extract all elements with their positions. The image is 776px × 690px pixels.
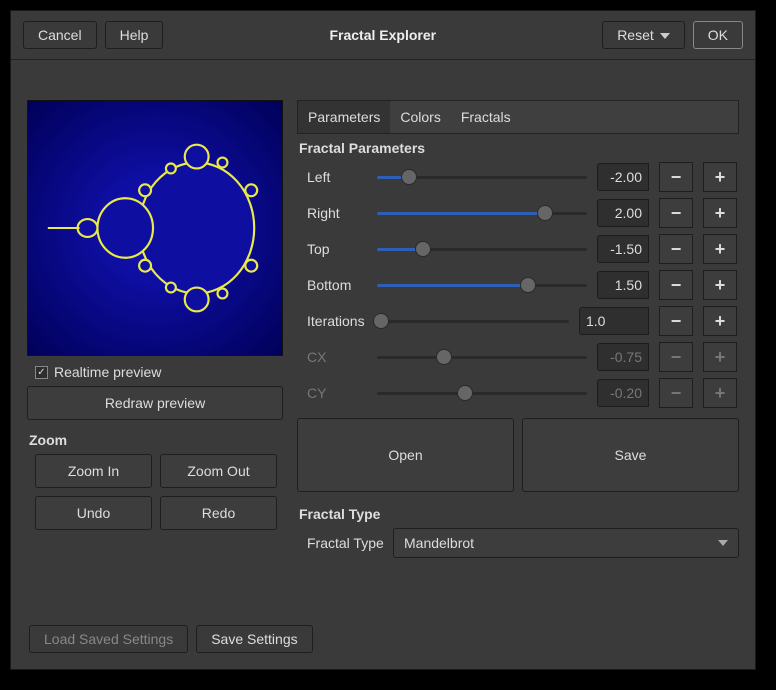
param-slider[interactable] (377, 203, 587, 223)
param-value[interactable]: 1.50 (597, 271, 649, 299)
reset-button[interactable]: Reset (602, 21, 685, 49)
increment-button[interactable]: + (703, 198, 737, 228)
increment-button[interactable]: + (703, 270, 737, 300)
fractal-type-dropdown[interactable]: Mandelbrot (393, 528, 739, 558)
increment-button[interactable]: + (703, 162, 737, 192)
dialog-body: ✓ Realtime preview Redraw preview Zoom Z… (11, 60, 755, 574)
tab-fractals[interactable]: Fractals (451, 101, 521, 133)
param-slider[interactable] (377, 167, 587, 187)
tab-bar: Parameters Colors Fractals (297, 100, 739, 134)
param-slider[interactable] (377, 239, 587, 259)
increment-button: + (703, 342, 737, 372)
param-slider[interactable] (377, 383, 587, 403)
decrement-button[interactable]: − (659, 162, 693, 192)
param-value[interactable]: -2.00 (597, 163, 649, 191)
realtime-preview-label: Realtime preview (54, 364, 161, 380)
parameter-rows: Left-2.00−+Right2.00−+Top-1.50−+Bottom1.… (297, 162, 739, 408)
zoom-heading: Zoom (29, 432, 283, 448)
param-row-bottom: Bottom 1.50−+ (297, 270, 739, 300)
decrement-button[interactable]: − (659, 234, 693, 264)
fractal-parameters-heading: Fractal Parameters (299, 140, 737, 156)
fractal-preview (27, 100, 283, 356)
save-settings-button[interactable]: Save Settings (196, 625, 312, 653)
param-value[interactable]: 1.0 (579, 307, 649, 335)
fractal-type-label: Fractal Type (307, 535, 393, 551)
zoom-out-button[interactable]: Zoom Out (160, 454, 277, 488)
fractal-type-value: Mandelbrot (404, 535, 474, 551)
param-label: Left (297, 169, 367, 185)
param-label: Right (297, 205, 367, 221)
param-row-top: Top -1.50−+ (297, 234, 739, 264)
increment-button: + (703, 378, 737, 408)
redraw-preview-button[interactable]: Redraw preview (27, 386, 283, 420)
reset-label: Reset (617, 27, 654, 43)
realtime-preview-row[interactable]: ✓ Realtime preview (35, 364, 285, 380)
tab-colors[interactable]: Colors (390, 101, 450, 133)
param-label: Iterations (297, 313, 367, 329)
param-value[interactable]: 2.00 (597, 199, 649, 227)
param-label: Bottom (297, 277, 367, 293)
param-label: CX (297, 349, 367, 365)
undo-button[interactable]: Undo (35, 496, 152, 530)
decrement-button[interactable]: − (659, 270, 693, 300)
param-row-cx: CX -0.75−+ (297, 342, 739, 372)
open-button[interactable]: Open (297, 418, 514, 492)
param-slider[interactable] (377, 311, 569, 331)
right-column: Parameters Colors Fractals Fractal Param… (297, 100, 739, 564)
save-button[interactable]: Save (522, 418, 739, 492)
ok-button[interactable]: OK (693, 21, 743, 49)
increment-button[interactable]: + (703, 306, 737, 336)
cancel-button[interactable]: Cancel (23, 21, 97, 49)
chevron-down-icon (718, 540, 728, 546)
param-label: CY (297, 385, 367, 401)
realtime-preview-checkbox[interactable]: ✓ (35, 366, 48, 379)
param-row-right: Right 2.00−+ (297, 198, 739, 228)
dialog-window: Cancel Help Fractal Explorer Reset OK (10, 10, 756, 670)
left-column: ✓ Realtime preview Redraw preview Zoom Z… (27, 100, 285, 564)
zoom-in-button[interactable]: Zoom In (35, 454, 152, 488)
param-value[interactable]: -1.50 (597, 235, 649, 263)
param-row-iterations: Iterations 1.0−+ (297, 306, 739, 336)
tab-parameters[interactable]: Parameters (298, 101, 390, 133)
titlebar: Cancel Help Fractal Explorer Reset OK (11, 11, 755, 60)
increment-button[interactable]: + (703, 234, 737, 264)
load-saved-settings-button[interactable]: Load Saved Settings (29, 625, 188, 653)
decrement-button[interactable]: − (659, 198, 693, 228)
redo-button[interactable]: Redo (160, 496, 277, 530)
decrement-button: − (659, 378, 693, 408)
decrement-button: − (659, 342, 693, 372)
dialog-title: Fractal Explorer (163, 27, 602, 43)
param-row-left: Left -2.00−+ (297, 162, 739, 192)
param-value[interactable]: -0.20 (597, 379, 649, 407)
help-button[interactable]: Help (105, 21, 164, 49)
param-value[interactable]: -0.75 (597, 343, 649, 371)
footer: Load Saved Settings Save Settings (29, 625, 313, 653)
param-slider[interactable] (377, 347, 587, 367)
fractal-type-heading: Fractal Type (299, 506, 737, 522)
param-label: Top (297, 241, 367, 257)
param-row-cy: CY -0.20−+ (297, 378, 739, 408)
param-slider[interactable] (377, 275, 587, 295)
decrement-button[interactable]: − (659, 306, 693, 336)
